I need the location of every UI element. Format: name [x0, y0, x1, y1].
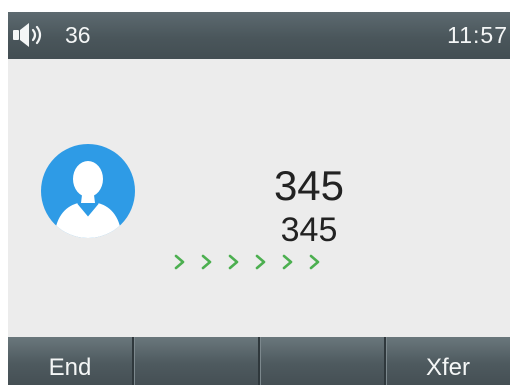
chevron-right-icon [282, 254, 293, 270]
softkey-bar: End Xfer [8, 337, 510, 385]
account-number: 36 [65, 22, 91, 48]
softkey-2[interactable] [132, 337, 258, 385]
status-bar: 36 11:57 [8, 12, 510, 59]
clock: 11:57 [447, 22, 508, 48]
chevron-right-icon [174, 254, 185, 270]
chevron-right-icon [201, 254, 212, 270]
call-screen: 345 345 [8, 59, 510, 337]
call-progress-indicator [168, 251, 326, 273]
person-avatar-icon [41, 144, 135, 238]
chevron-right-icon [255, 254, 266, 270]
phone-screen: 36 11:57 345 345 End Xfer [8, 12, 510, 385]
speaker-icon [13, 23, 42, 47]
transfer-button[interactable]: Xfer [384, 337, 510, 385]
chevron-right-icon [228, 254, 239, 270]
caller-name: 345 [273, 162, 345, 209]
end-call-button[interactable]: End [8, 337, 132, 385]
softkey-3[interactable] [258, 337, 384, 385]
caller-number: 345 [280, 211, 338, 249]
chevron-right-icon [309, 254, 320, 270]
